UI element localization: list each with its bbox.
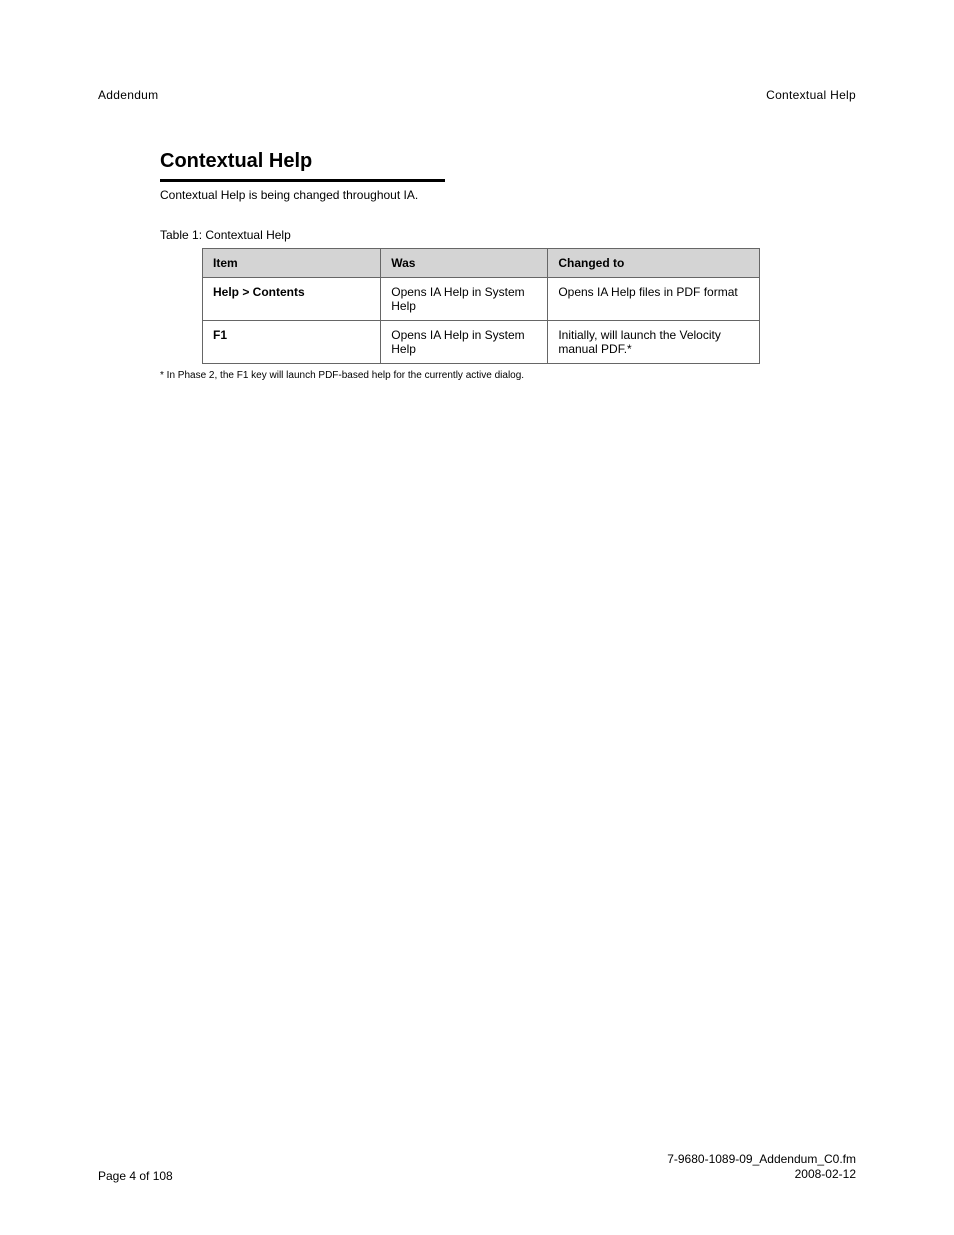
col-was: Was	[381, 249, 548, 278]
footer-page-number: Page 4 of 108	[98, 1169, 173, 1183]
footer-doc-date: 2008-02-12	[667, 1167, 856, 1183]
content-area: Contextual Help Contextual Help is being…	[160, 150, 814, 381]
spec-table: Item Was Changed to Help > Contents Open…	[202, 248, 760, 364]
cell-item: Help > Contents	[203, 278, 381, 321]
cell-item: F1	[203, 321, 381, 364]
cell-changed: Opens IA Help files in PDF format	[548, 278, 760, 321]
col-changed: Changed to	[548, 249, 760, 278]
page: Addendum Contextual Help Contextual Help…	[0, 0, 954, 1235]
section-intro: Contextual Help is being changed through…	[160, 188, 814, 202]
header-right: Contextual Help	[766, 88, 856, 102]
table-row: Help > Contents Opens IA Help in System …	[203, 278, 760, 321]
page-header: Addendum Contextual Help	[98, 88, 856, 102]
section-heading: Contextual Help	[160, 150, 814, 173]
heading-rule	[160, 179, 445, 182]
col-item: Item	[203, 249, 381, 278]
cell-was: Opens IA Help in System Help	[381, 321, 548, 364]
header-left: Addendum	[98, 88, 158, 102]
table-header-row: Item Was Changed to	[203, 249, 760, 278]
page-footer: Page 4 of 108 7-9680-1089-09_Addendum_C0…	[98, 1152, 856, 1183]
footer-doc-filename: 7-9680-1089-09_Addendum_C0.fm	[667, 1152, 856, 1168]
footnote: * In Phase 2, the F1 key will launch PDF…	[160, 370, 814, 381]
footer-doc-info: 7-9680-1089-09_Addendum_C0.fm 2008-02-12	[667, 1152, 856, 1183]
cell-was: Opens IA Help in System Help	[381, 278, 548, 321]
table-caption: Table 1: Contextual Help	[160, 228, 814, 242]
table-row: F1 Opens IA Help in System Help Initiall…	[203, 321, 760, 364]
cell-changed: Initially, will launch the Velocity manu…	[548, 321, 760, 364]
